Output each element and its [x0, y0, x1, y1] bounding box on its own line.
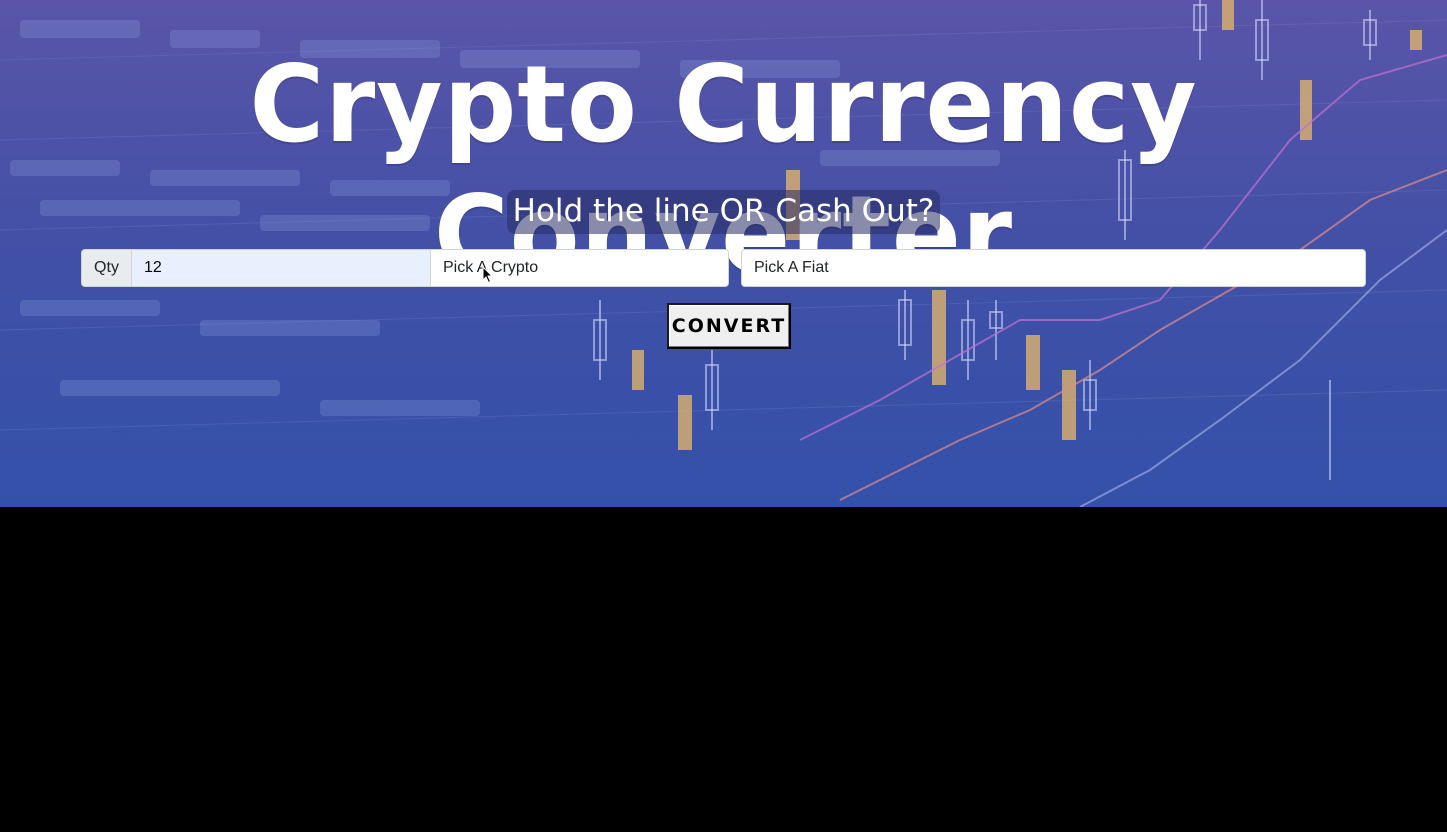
subtitle-container: Hold the line OR Cash Out? [0, 190, 1447, 234]
mouse-cursor-icon [482, 266, 494, 284]
convert-button[interactable]: CONVERT [667, 303, 791, 349]
crypto-select[interactable]: Pick A Crypto [430, 249, 729, 287]
qty-input[interactable] [131, 249, 431, 287]
fiat-select[interactable]: Pick A Fiat [741, 249, 1366, 287]
qty-label: Qty [81, 249, 132, 287]
converter-form: Qty Pick A Crypto Pick A Fiat [81, 249, 1366, 287]
hero-banner: Crypto Currency Converter Hold the line … [0, 0, 1447, 507]
page-subtitle: Hold the line OR Cash Out? [506, 190, 941, 234]
page-blank-area [0, 507, 1447, 832]
